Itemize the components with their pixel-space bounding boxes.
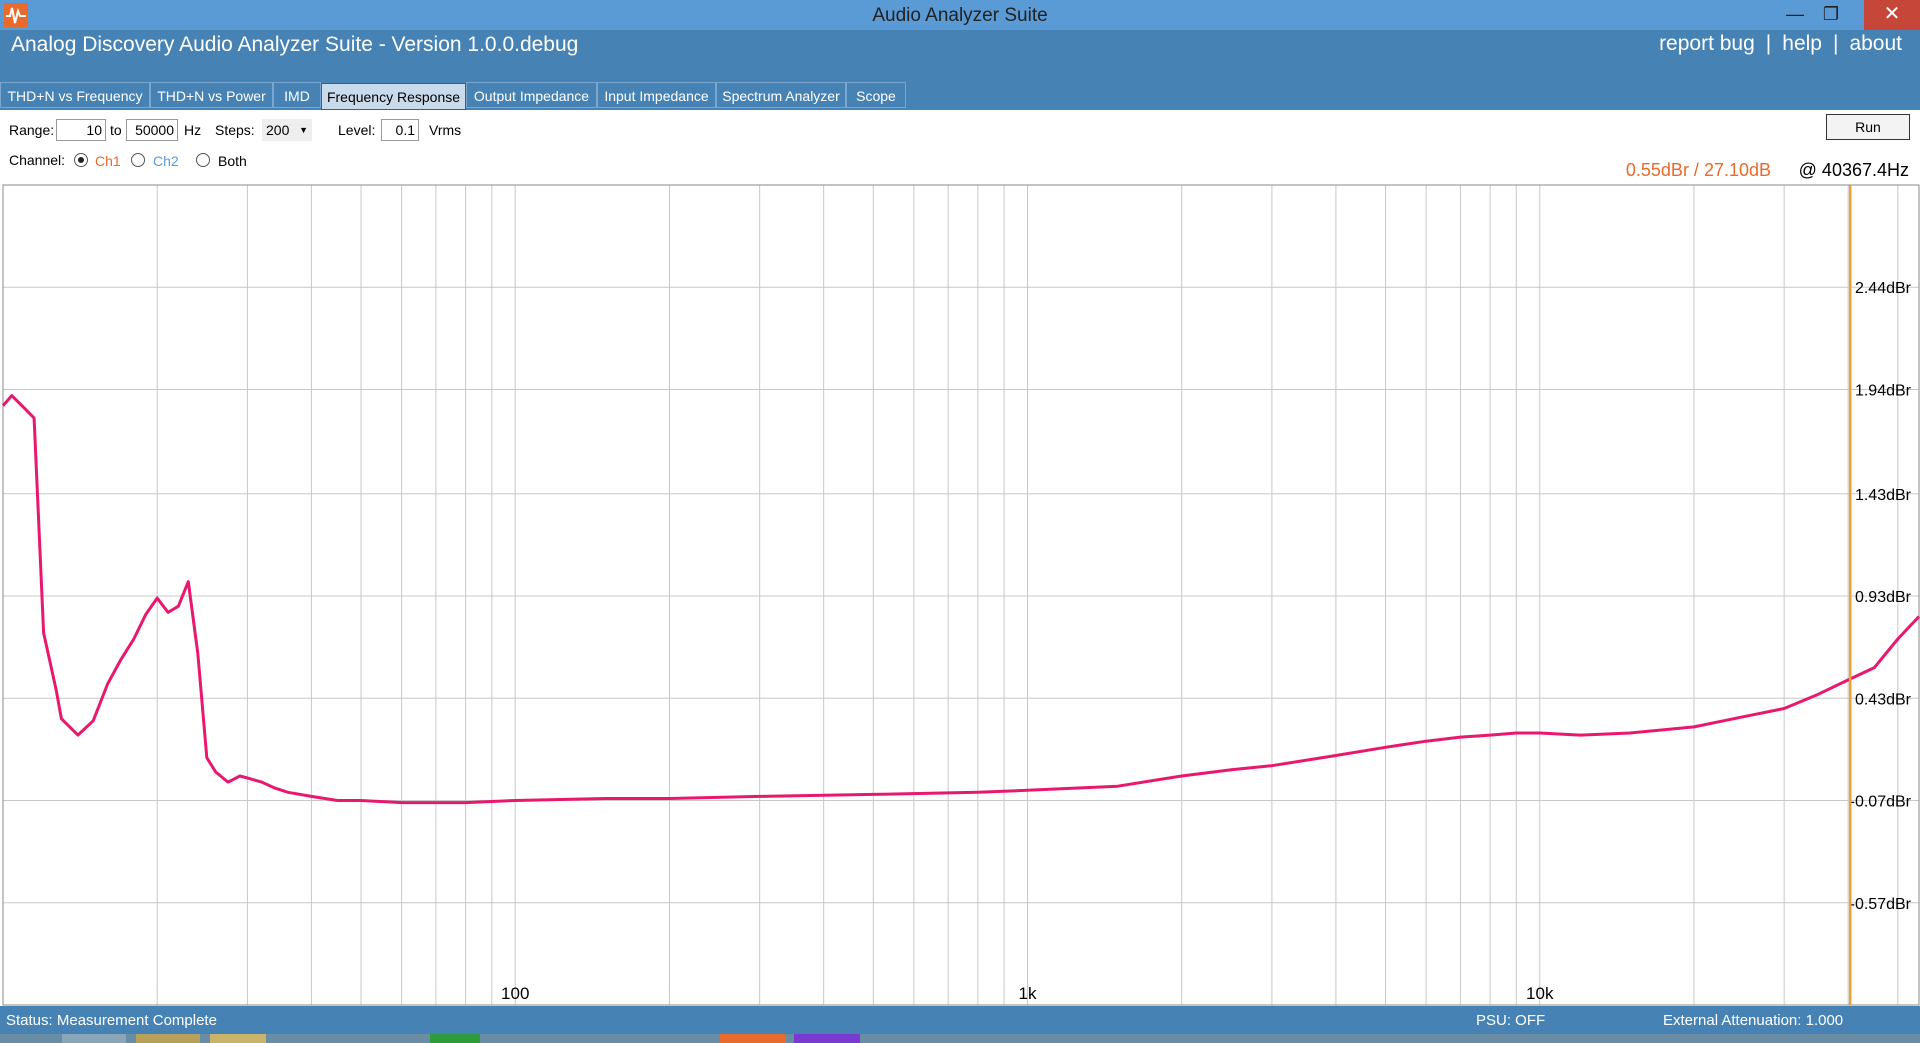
level-label: Level: xyxy=(338,122,376,138)
link-separator: | xyxy=(1765,32,1772,55)
title-bar: Audio Analyzer Suite — ❐ ✕ xyxy=(0,0,1920,30)
tab-imd[interactable]: IMD xyxy=(273,82,321,108)
tab-input-impedance[interactable]: Input Impedance xyxy=(597,82,716,108)
taskbar xyxy=(0,1034,1920,1043)
tab-thd-n-vs-frequency[interactable]: THD+N vs Frequency xyxy=(0,82,150,108)
y-tick-label: 1.43dBr xyxy=(1855,487,1912,504)
taskbar-item[interactable] xyxy=(210,1034,266,1043)
attenuation-status: External Attenuation: 1.000 xyxy=(1663,1012,1844,1029)
taskbar-item[interactable] xyxy=(62,1034,126,1043)
taskbar-item[interactable] xyxy=(794,1034,860,1043)
psu-status: PSU: OFF xyxy=(1476,1012,1546,1029)
link-separator: | xyxy=(1832,32,1839,55)
both-radio[interactable] xyxy=(196,153,210,167)
y-tick-label: 0.93dBr xyxy=(1855,589,1912,606)
minimize-icon[interactable]: — xyxy=(1778,0,1812,30)
run-button[interactable]: Run xyxy=(1826,114,1910,140)
restore-icon[interactable]: ❐ xyxy=(1814,0,1848,30)
frequency-response-chart[interactable]: 2.44dBr 1.94dBr 1.43dBr 0.93dBr 0.43dBr -0.07… xyxy=(0,182,1920,1006)
tab-frequency-response[interactable]: Frequency Response xyxy=(321,83,466,110)
chevron-down-icon: ▼ xyxy=(299,125,308,135)
ch1-label: Ch1 xyxy=(95,153,121,169)
channel-label: Channel: xyxy=(9,152,66,168)
app-title: Analog Discovery Audio Analyzer Suite - … xyxy=(11,33,579,56)
about-link[interactable]: about xyxy=(1849,32,1902,55)
window-title: Audio Analyzer Suite xyxy=(872,5,1048,26)
ch2-label: Ch2 xyxy=(153,153,179,169)
both-label: Both xyxy=(218,153,247,169)
steps-value: 200 xyxy=(266,122,290,138)
tab-scope[interactable]: Scope xyxy=(846,82,906,108)
top-links: report bug | help | about xyxy=(1659,32,1902,56)
help-link[interactable]: help xyxy=(1782,32,1822,55)
y-tick-label: 2.44dBr xyxy=(1855,280,1912,297)
range-unit-label: Hz xyxy=(184,122,202,138)
steps-dropdown[interactable]: 200 ▼ xyxy=(262,119,312,141)
y-tick-label: 0.43dBr xyxy=(1855,691,1912,708)
cursor-level-readout: 0.55dBr / 27.10dB xyxy=(1625,160,1771,180)
cursor-frequency-readout: @ 40367.4Hz xyxy=(1798,160,1909,180)
y-tick-labels: 2.44dBr 1.94dBr 1.43dBr 0.93dBr 0.43dBr -0.07… xyxy=(1850,280,1912,913)
vertical-grid xyxy=(2,185,1899,1005)
tab-spectrum-analyzer[interactable]: Spectrum Analyzer xyxy=(716,82,846,108)
status-bar: Status: Measurement Complete PSU: OFF Ex… xyxy=(0,1006,1920,1034)
report-bug-link[interactable]: report bug xyxy=(1659,32,1755,55)
plot-border xyxy=(2,184,1920,1006)
tab-bar: THD+N vs Frequency THD+N vs Power IMD Fr… xyxy=(0,80,1920,110)
y-tick-label: -0.07dBr xyxy=(1850,794,1912,811)
range-to-input[interactable]: 50000 xyxy=(126,119,178,141)
y-tick-label: 1.94dBr xyxy=(1855,382,1912,399)
range-to-label: to xyxy=(110,122,122,138)
y-tick-label: -0.57dBr xyxy=(1850,896,1912,913)
horizontal-grid xyxy=(3,286,1919,904)
taskbar-item[interactable] xyxy=(430,1034,480,1043)
ch1-response-line xyxy=(1,394,1920,805)
close-icon[interactable]: ✕ xyxy=(1864,0,1920,30)
level-unit-label: Vrms xyxy=(429,122,462,138)
taskbar-item[interactable] xyxy=(720,1034,786,1043)
range-from-input[interactable]: 10 xyxy=(56,119,106,141)
range-label: Range: xyxy=(9,122,55,138)
controls-toolbar: Range: 10 to 50000 Hz Steps: 200 ▼ Level… xyxy=(0,110,1920,182)
tab-output-impedance[interactable]: Output Impedance xyxy=(466,82,597,108)
ch1-radio[interactable] xyxy=(74,153,88,167)
steps-label: Steps: xyxy=(215,122,255,138)
ch2-radio[interactable] xyxy=(131,153,145,167)
status-text: Status: Measurement Complete xyxy=(6,1012,217,1029)
tab-thd-n-vs-power[interactable]: THD+N vs Power xyxy=(150,82,273,108)
x-tick-label: 100 xyxy=(501,984,529,1003)
x-tick-label: 1k xyxy=(1019,984,1037,1003)
app-header: Analog Discovery Audio Analyzer Suite - … xyxy=(0,30,1920,80)
level-input[interactable]: 0.1 xyxy=(381,119,419,141)
x-tick-label: 10k xyxy=(1526,984,1554,1003)
taskbar-item[interactable] xyxy=(136,1034,200,1043)
x-tick-labels: 100 1k 10k xyxy=(501,984,1554,1003)
